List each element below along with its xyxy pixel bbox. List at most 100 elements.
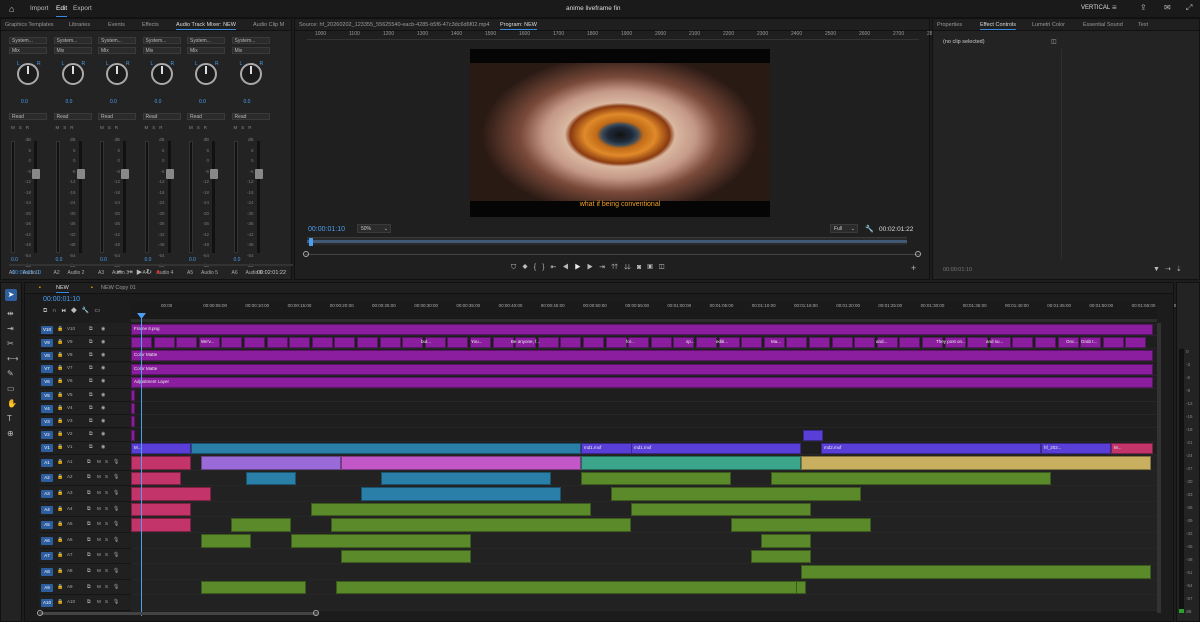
sync-icon[interactable]: ⧉ [89,392,93,398]
title-clip[interactable] [854,337,876,349]
lock-icon[interactable]: 🔒 [57,599,63,605]
sync-icon[interactable]: ⧉ [87,552,91,558]
title-clip[interactable] [244,337,265,349]
playhead[interactable] [141,313,142,616]
color-matte-clip[interactable]: Color Matte [131,363,1153,375]
track-target[interactable]: A5 [41,521,53,530]
title-clip[interactable] [537,337,559,349]
track-target[interactable]: A2 [41,474,53,483]
eye-icon[interactable]: ◉ [101,418,105,424]
track-target[interactable]: V2 [41,431,53,440]
send-select[interactable]: System... [187,37,225,44]
lock-icon[interactable]: 🔒 [57,552,63,558]
track-target[interactable]: V5 [41,391,53,400]
snap-icon[interactable]: ∩ [52,308,61,314]
mute-button[interactable]: M [97,599,101,604]
tab-libraries[interactable]: Libraries [69,22,90,28]
tab-events[interactable]: Events [108,22,125,28]
timeline-vscrollbar[interactable] [1157,323,1161,613]
tab-essential-sound[interactable]: Essential Sound [1083,22,1123,28]
quality-select[interactable]: Full ⌄ [830,224,858,233]
volume-fader[interactable] [210,169,218,179]
mute-button[interactable]: M [97,474,101,479]
eye-icon[interactable]: ◉ [101,352,105,358]
mute-button[interactable]: M [97,552,101,557]
title-clip[interactable] [1035,337,1056,349]
tab-effect-controls[interactable]: Effect Controls [980,22,1016,30]
track-target[interactable]: A6 [41,536,53,545]
timeline-hscrollbar[interactable] [39,612,319,615]
track-target[interactable]: A7 [41,552,53,561]
pan-knob[interactable] [150,63,173,85]
volume-fader[interactable] [254,169,263,179]
step-back-icon[interactable]: ◀ [562,264,574,271]
eye-icon[interactable]: ◉ [101,365,105,371]
vr-icon[interactable]: ◫ [659,264,671,271]
track-target[interactable]: A9 [41,583,53,592]
audio-clip[interactable] [751,549,811,564]
video-frame[interactable]: what if being conventional [470,49,770,217]
loop-icon[interactable]: ↻ [146,269,156,276]
eye-icon[interactable]: ◉ [101,431,105,437]
track-target[interactable]: V7 [41,365,53,374]
frame-clip[interactable]: Frame 8.png [131,324,1153,335]
track-target[interactable]: V6 [41,378,53,387]
lock-icon[interactable]: 🔒 [57,392,63,398]
title-clip[interactable] [831,337,853,349]
pan-knob[interactable] [106,63,128,85]
mic-icon[interactable]: 🎙 [113,568,119,574]
audio-clip[interactable] [801,565,1151,579]
lock-icon[interactable]: 🔒 [57,584,63,590]
mute-button[interactable]: M [97,521,101,526]
scroll-handle-left[interactable] [37,610,43,616]
msr-buttons[interactable]: MSR [56,125,78,130]
tab-effects[interactable]: Effects [142,22,159,28]
audio-clip[interactable] [291,534,471,548]
rectangle-icon[interactable]: ▭ [7,384,15,393]
lock-icon[interactable]: 🔒 [57,568,63,574]
workspace-menu-icon[interactable]: ≡ [1112,3,1117,12]
mute-button[interactable]: M [97,584,101,589]
lock-icon[interactable]: 🔒 [57,506,63,512]
track-target[interactable]: A1 [41,458,53,467]
comparison-icon[interactable]: ▣ [647,264,659,271]
title-clip[interactable] [357,337,378,349]
audio-clip[interactable] [246,471,296,486]
volume-fader[interactable] [32,169,40,179]
program-scrub-bar[interactable] [307,237,907,246]
lock-icon[interactable]: 🔒 [57,537,63,543]
track-target[interactable]: V3 [41,417,53,426]
razor-icon[interactable]: ✂ [7,339,14,348]
sync-icon[interactable]: ⧉ [87,474,91,480]
tab-text[interactable]: Text [1138,22,1148,28]
automation-select[interactable]: Read [142,113,181,120]
mode-select[interactable]: Mix [142,47,181,54]
selection-tool-icon[interactable]: ➤ [5,289,17,301]
insert-sequence-icon[interactable]: ⧉ [43,308,52,314]
mixer-timecode[interactable]: 00:00:01:10 [12,270,41,276]
solo-button[interactable]: S [105,552,108,557]
track-target[interactable]: A4 [41,505,53,514]
play-icon[interactable]: ▶ [137,269,146,276]
audio-clip[interactable] [761,534,811,548]
mic-icon[interactable]: 🎙 [113,506,119,512]
msr-buttons[interactable]: MSR [100,125,122,130]
title-clip[interactable] [379,337,401,349]
msr-buttons[interactable]: MSR [234,125,256,130]
pan-knob[interactable] [61,63,84,85]
lock-icon[interactable]: 🔒 [57,444,63,450]
solo-button[interactable]: S [105,521,108,526]
lock-icon[interactable]: 🔒 [57,490,63,496]
v1-clip[interactable]: M... [131,442,191,454]
go-to-in-icon[interactable]: ⇤ [550,264,562,271]
audio-clip[interactable] [131,471,181,486]
sync-icon[interactable]: ⧉ [87,537,91,543]
tab-sequence-new-copy[interactable]: NEW Copy 01 [101,285,136,291]
volume-fader[interactable] [76,169,85,179]
solo-button[interactable]: S [105,474,108,479]
extract-icon[interactable]: ⇊ [624,264,637,271]
track-target[interactable]: V9 [41,338,53,347]
timeline-timecode[interactable]: 00:00:01:10 [43,296,80,303]
mark-in-icon[interactable]: ⛉ [511,264,522,271]
lock-icon[interactable]: 🔒 [57,474,63,480]
